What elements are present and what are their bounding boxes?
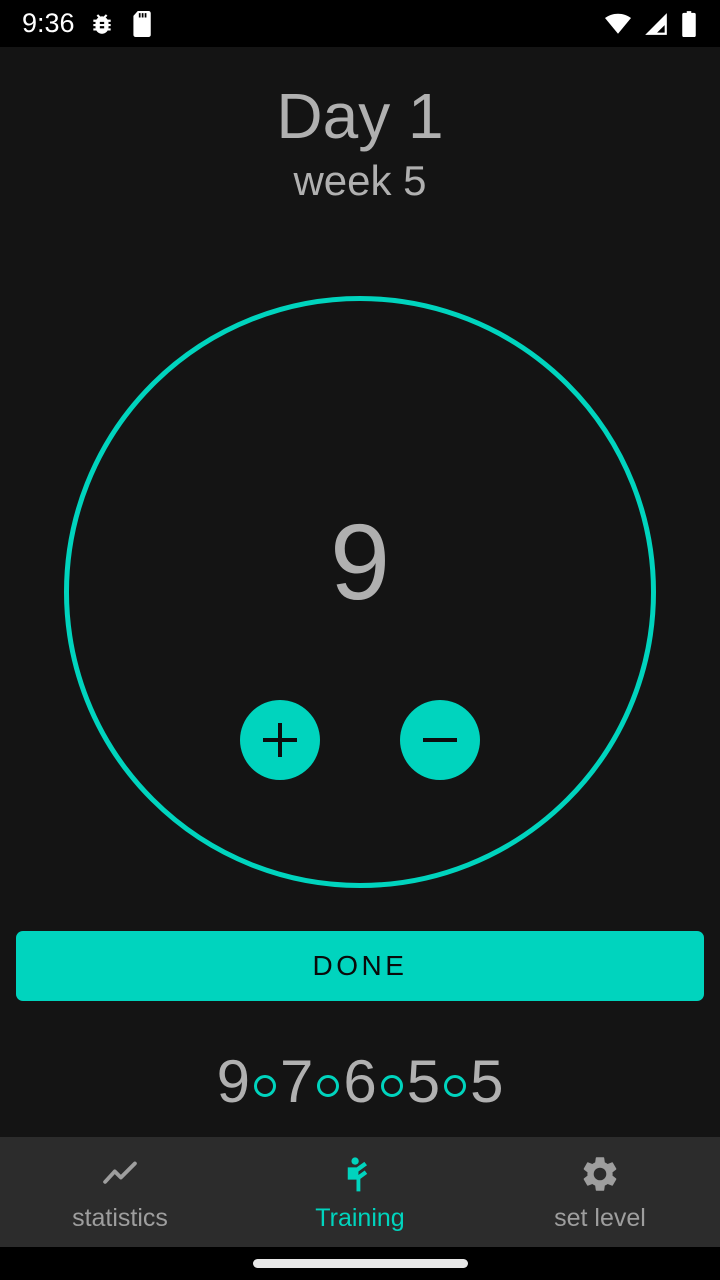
history-separator-icon [380, 1075, 403, 1097]
cellular-signal-icon [643, 11, 669, 37]
history-value: 9 [216, 1048, 250, 1115]
increment-button[interactable] [240, 700, 320, 780]
history-value: 7 [279, 1048, 314, 1115]
counter-value: 9 [329, 501, 391, 622]
gear-icon [579, 1153, 621, 1195]
history-value: 5 [470, 1048, 504, 1115]
status-clock: 9:36 [22, 8, 75, 38]
status-bar: 9:36 [0, 0, 720, 47]
nav-label-statistics: statistics [72, 1203, 168, 1232]
gesture-navigation-bar [0, 1247, 720, 1280]
minus-icon [423, 723, 457, 757]
nav-label-training: Training [315, 1203, 405, 1232]
history-value: 6 [343, 1048, 377, 1115]
status-bar-left: 9:36 [22, 10, 153, 37]
nav-item-set-level[interactable]: set level [480, 1137, 720, 1247]
history-separator-icon [317, 1075, 340, 1097]
page-title: Day 1 [276, 80, 444, 152]
header-block: Day 1 week 5 [0, 80, 720, 206]
bug-icon [89, 11, 115, 37]
bottom-navigation: statistics Training set level [0, 1137, 720, 1247]
nav-label-set-level: set level [554, 1203, 646, 1232]
sd-card-icon [129, 10, 153, 37]
counter-circle: 9 [64, 296, 656, 888]
nav-item-training[interactable]: Training [240, 1137, 480, 1247]
history-separator-icon [444, 1075, 467, 1097]
app-screen: 9:36 Day 1 week 5 9 DONE 9 7 6 5 5 stati… [0, 0, 720, 1280]
wifi-icon [604, 11, 632, 37]
battery-icon [680, 10, 698, 37]
nav-item-statistics[interactable]: statistics [0, 1137, 240, 1247]
counter-buttons [64, 700, 656, 780]
status-bar-right [604, 10, 698, 37]
history-value: 5 [406, 1048, 441, 1115]
martial-arts-kick-icon [339, 1153, 381, 1195]
plus-icon [263, 723, 297, 757]
main-content: Day 1 week 5 9 DONE 9 7 6 5 5 [0, 47, 720, 1137]
history-separator-icon [253, 1075, 276, 1097]
gesture-pill[interactable] [252, 1259, 468, 1268]
done-button[interactable]: DONE [16, 931, 704, 1001]
page-subtitle: week 5 [293, 157, 427, 204]
trend-line-icon [99, 1153, 141, 1195]
decrement-button[interactable] [400, 700, 480, 780]
history-row: 9 7 6 5 5 [0, 1047, 720, 1117]
